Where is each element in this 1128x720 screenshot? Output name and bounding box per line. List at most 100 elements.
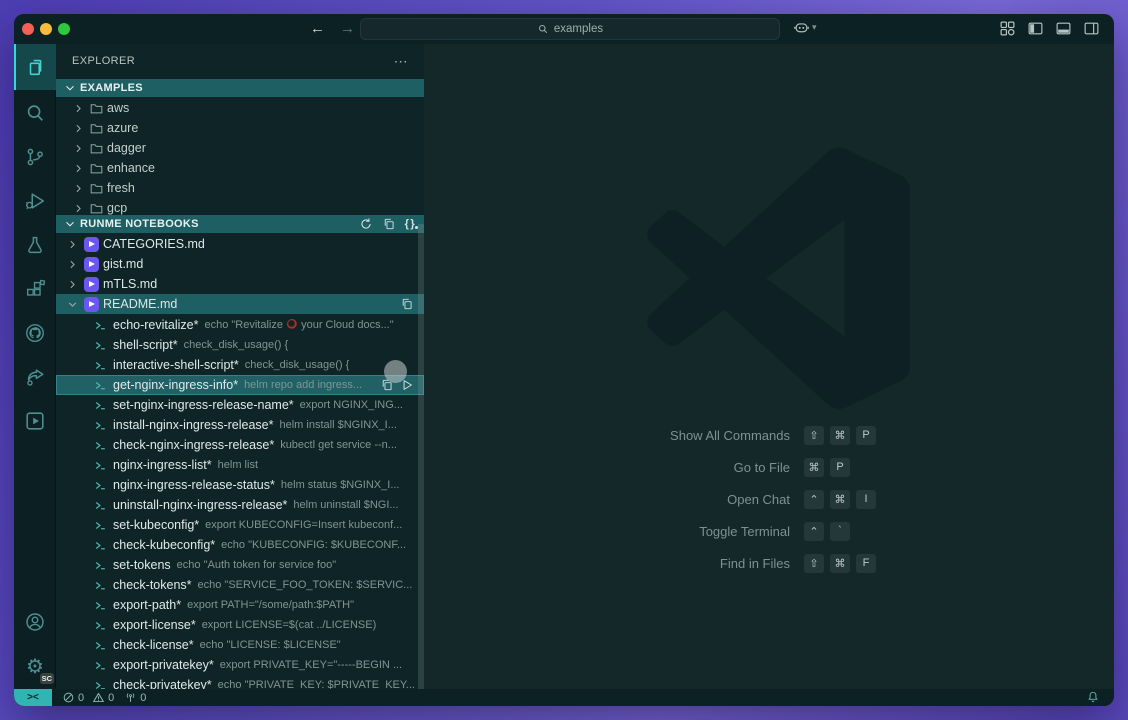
cell-row-check-license[interactable]: check-license*echo "LICENSE: $LICENSE": [56, 635, 424, 655]
activity-item-explorer[interactable]: [14, 44, 56, 90]
cell-command: helm uninstall $NGI...: [293, 499, 398, 511]
chevron-right-icon: [66, 258, 79, 271]
copilot-menu-button[interactable]: ▾: [793, 19, 817, 36]
folder-icon: [89, 141, 104, 156]
keycap: ⌘: [830, 554, 850, 573]
cell-row-check-kubeconfig[interactable]: check-kubeconfig*echo "KUBECONFIG: $KUBE…: [56, 535, 424, 555]
chevron-down-icon: [63, 217, 77, 231]
cell-row-check-nginx-ingress-release[interactable]: check-nginx-ingress-release*kubectl get …: [56, 435, 424, 455]
cell-command: helm status $NGINX_I...: [281, 479, 400, 491]
folder-label: azure: [107, 121, 138, 135]
cell-command: export LICENSE=$(cat ../LICENSE): [202, 619, 377, 631]
section-label: EXAMPLES: [80, 82, 143, 94]
chevron-right-icon: [64, 238, 80, 251]
problems-indicator[interactable]: 0 0: [62, 691, 114, 704]
cell-row-shell-script[interactable]: shell-script*check_disk_usage() {: [56, 335, 424, 355]
toggle-primary-sidebar-button[interactable]: [1027, 20, 1044, 37]
folder-icon: [89, 181, 104, 196]
activity-item-extensions[interactable]: [14, 266, 56, 312]
notebook-row-CATEGORIES.md[interactable]: CATEGORIES.md: [56, 234, 424, 254]
cell-row-install-nginx-ingress-release[interactable]: install-nginx-ingress-release*helm insta…: [56, 415, 424, 435]
cell-row-echo-revitalize[interactable]: echo-revitalize*echo "Revitalize your Cl…: [56, 315, 424, 335]
activity-item-source-control[interactable]: [14, 134, 56, 180]
activity-item-run-and-debug[interactable]: [14, 178, 56, 224]
errors-count: 0: [78, 692, 84, 704]
cell-row-nginx-ingress-list[interactable]: nginx-ingress-list*helm list: [56, 455, 424, 475]
refresh-icon[interactable]: [359, 217, 373, 231]
navigate-back-button[interactable]: ←: [310, 14, 325, 44]
folder-icon: [89, 121, 104, 136]
cell-row-interactive-shell-script[interactable]: interactive-shell-script*check_disk_usag…: [56, 355, 424, 375]
chevron-right-icon: [70, 142, 86, 155]
warnings-count: 0: [108, 692, 114, 704]
terminal-prompt-icon: [94, 639, 107, 652]
notebook-row-mTLS.md[interactable]: mTLS.md: [56, 274, 424, 294]
cell-name: interactive-shell-script*: [113, 358, 239, 372]
copy-icon[interactable]: [400, 297, 414, 311]
cell-row-get-nginx-ingress-info[interactable]: get-nginx-ingress-info*helm repo add ing…: [56, 375, 424, 395]
command-center-search[interactable]: examples: [360, 18, 780, 40]
notifications-bell-icon[interactable]: [1086, 690, 1100, 704]
close-window-button[interactable]: [22, 23, 34, 35]
runme-notebook-icon: [84, 257, 99, 272]
copy-icon[interactable]: [382, 217, 396, 231]
editor-area: Show All Commands⇧⌘PGo to File⌘POpen Cha…: [424, 44, 1114, 689]
remote-indicator[interactable]: ><: [14, 689, 52, 706]
mouse-cursor-highlight: [384, 360, 407, 383]
cell-row-export-path[interactable]: export-path*export PATH="/some/path:$PAT…: [56, 595, 424, 615]
section-header-examples[interactable]: EXAMPLES: [56, 79, 424, 97]
section-header-runme-notebooks[interactable]: RUNME NOTEBOOKS { }: [56, 215, 424, 233]
notebook-row-gist.md[interactable]: gist.md: [56, 254, 424, 274]
cell-row-export-license[interactable]: export-license* export LICENSE=$(cat ../L…: [56, 615, 424, 635]
shortcut-label: Go to File: [424, 460, 790, 475]
cell-row-set-kubeconfig[interactable]: set-kubeconfig*export KUBECONFIG=Insert …: [56, 515, 424, 535]
cell-name: export-license*: [113, 618, 196, 632]
toggle-panel-button[interactable]: [1055, 20, 1072, 37]
terminal-prompt-icon: [94, 579, 107, 592]
cell-row-check-privatekey[interactable]: check-privatekey*echo "PRIVATE_KEY: $PRI…: [56, 675, 424, 689]
folder-row-fresh[interactable]: fresh: [56, 178, 424, 198]
errors-icon: [62, 691, 75, 704]
folder-row-aws[interactable]: aws: [56, 98, 424, 118]
minimize-window-button[interactable]: [40, 23, 52, 35]
cell-row-uninstall-nginx-ingress-release[interactable]: uninstall-nginx-ingress-release* helm uni…: [56, 495, 424, 515]
activity-item-testing[interactable]: [14, 222, 56, 268]
terminal-prompt-icon: [94, 659, 107, 672]
ports-indicator[interactable]: 0: [124, 691, 146, 704]
cell-name: echo-revitalize*: [113, 318, 198, 332]
terminal-prompt-icon: [94, 479, 107, 492]
cell-name: uninstall-nginx-ingress-release*: [113, 498, 287, 512]
braces-icon[interactable]: { }: [405, 218, 415, 230]
cell-command: export NGINX_ING...: [300, 399, 403, 411]
testing-beaker-icon: [24, 234, 46, 256]
navigate-forward-button[interactable]: →: [340, 14, 355, 44]
cell-row-export-privatekey[interactable]: export-privatekey*export PRIVATE_KEY="--…: [56, 655, 424, 675]
folder-row-azure[interactable]: azure: [56, 118, 424, 138]
activity-item-search[interactable]: [14, 90, 56, 136]
activity-item-share[interactable]: [14, 354, 56, 400]
activity-item-runme[interactable]: [14, 398, 56, 444]
activity-item-github[interactable]: [14, 310, 56, 356]
toggle-secondary-sidebar-button[interactable]: [1083, 20, 1100, 37]
notebook-row-README.md[interactable]: README.md: [56, 294, 424, 314]
cell-row-set-nginx-ingress-release-name[interactable]: set-nginx-ingress-release-name*export NG…: [56, 395, 424, 415]
terminal-prompt-icon: [94, 359, 107, 372]
customize-layout-button[interactable]: [999, 20, 1016, 37]
accounts-button[interactable]: [14, 599, 56, 645]
folder-row-enhance[interactable]: enhance: [56, 158, 424, 178]
cell-name: nginx-ingress-release-status*: [113, 478, 275, 492]
cell-row-check-tokens[interactable]: check-tokens*echo "SERVICE_FOO_TOKEN: $S…: [56, 575, 424, 595]
cell-row-nginx-ingress-release-status[interactable]: nginx-ingress-release-status* helm status…: [56, 475, 424, 495]
folder-row-dagger[interactable]: dagger: [56, 138, 424, 158]
explorer-more-actions-button[interactable]: ⋯: [394, 53, 408, 70]
folder-icon: [89, 201, 104, 216]
zoom-window-button[interactable]: [58, 23, 70, 35]
terminal-prompt-icon: [94, 619, 107, 632]
settings-badge: SC: [40, 673, 54, 684]
explorer-sidebar: EXPLORER ⋯ awsazuredaggerenhancefreshgcp…: [56, 44, 424, 689]
search-icon: [537, 23, 549, 35]
chevron-right-icon: [72, 122, 85, 135]
runme-play-icon: [24, 410, 46, 432]
cell-row-set-tokens[interactable]: set-tokensecho "Auth token for service f…: [56, 555, 424, 575]
settings-button[interactable]: ⚙ SC: [14, 643, 56, 689]
